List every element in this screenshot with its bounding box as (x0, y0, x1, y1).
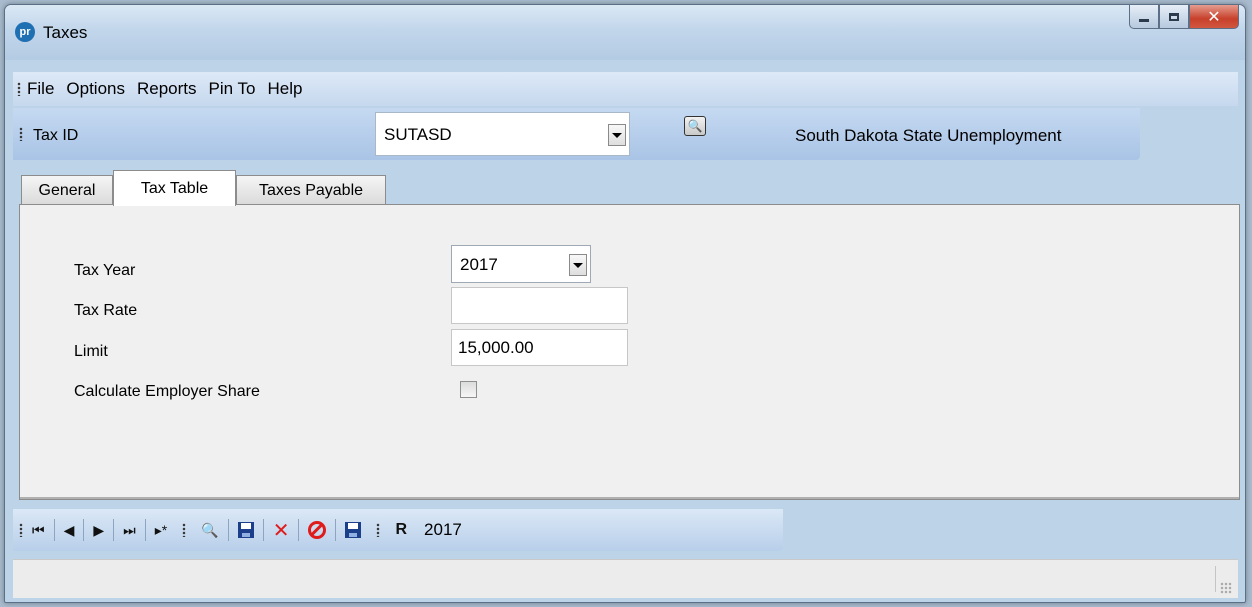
record-navigator: ⏮ ◀ ▶ ⏭ ▸* 🔍 ✕ R 2017 (13, 509, 783, 551)
next-record-icon: ▶ (93, 521, 105, 538)
close-icon: ✕ (1207, 7, 1221, 26)
panel-divider (20, 497, 1239, 499)
tab-taxes-payable[interactable]: Taxes Payable (236, 175, 386, 205)
first-record-button[interactable]: ⏮ (23, 517, 54, 543)
binoculars-icon: 🔍 (687, 119, 703, 133)
menu-reports[interactable]: Reports (137, 79, 197, 99)
cancel-icon (308, 521, 327, 539)
navigator-grip-handle[interactable] (182, 523, 187, 537)
limit-input[interactable]: 15,000.00 (451, 329, 628, 366)
tax-rate-label: Tax Rate (74, 302, 138, 319)
save-icon (237, 522, 254, 538)
save-button[interactable] (229, 517, 263, 543)
tax-description: South Dakota State Unemployment (795, 126, 1062, 145)
cancel-button[interactable] (299, 517, 335, 543)
maximize-button[interactable] (1159, 5, 1189, 29)
tax-id-dropdown-button[interactable] (608, 124, 626, 146)
employer-share-label: Calculate Employer Share (74, 383, 260, 400)
tax-id-toolbar: Tax ID SUTASD 🔍 South Dakota State Unemp… (13, 108, 1140, 160)
menu-file[interactable]: File (27, 79, 54, 99)
delete-x-icon: ✕ (272, 518, 290, 542)
status-bar (13, 559, 1238, 598)
tab-tax-table[interactable]: Tax Table (113, 170, 236, 206)
tab-general[interactable]: General (21, 175, 113, 205)
window-title: Taxes (43, 23, 88, 42)
resize-grip-icon[interactable] (1220, 582, 1232, 594)
title-bar: pr Taxes ✕ (5, 5, 1245, 60)
first-record-icon: ⏮ (32, 521, 45, 538)
menu-options[interactable]: Options (66, 79, 125, 99)
lookup-binoculars-button[interactable]: 🔍 (684, 116, 706, 136)
tax-id-value: SUTASD (384, 125, 452, 144)
menu-grip-handle[interactable] (17, 82, 21, 96)
report-r-icon: R (395, 521, 408, 538)
new-record-icon: ▸* (154, 521, 168, 538)
minimize-icon (1139, 19, 1149, 22)
maximize-icon (1169, 12, 1179, 21)
last-record-button[interactable]: ⏭ (114, 517, 145, 543)
tax-year-combobox[interactable]: 2017 (451, 245, 591, 283)
save-new-icon (345, 522, 362, 538)
toolbar-grip-handle[interactable] (19, 127, 23, 141)
tax-year-label: Tax Year (74, 262, 136, 279)
employer-share-checkbox[interactable] (460, 381, 477, 398)
app-logo-icon: pr (15, 22, 35, 42)
navigator-grip-handle[interactable] (376, 523, 381, 537)
limit-label: Limit (74, 343, 108, 360)
taxes-window: pr Taxes ✕ File Options Reports Pin To H… (4, 4, 1246, 603)
tax-year-dropdown-button[interactable] (569, 254, 587, 276)
menu-pin-to[interactable]: Pin To (209, 79, 256, 99)
last-record-icon: ⏭ (123, 521, 136, 538)
tax-table-panel: Tax Year 2017 Tax Rate Limit 15,000.00 C… (19, 204, 1240, 500)
previous-record-icon: ◀ (63, 521, 75, 538)
chevron-down-icon (573, 262, 583, 268)
delete-button[interactable]: ✕ (264, 517, 299, 543)
current-year-display: 2017 (424, 520, 462, 539)
tax-rate-input[interactable] (451, 287, 628, 324)
minimize-button[interactable] (1129, 5, 1159, 29)
tax-year-value: 2017 (460, 255, 498, 274)
status-separator (1215, 566, 1216, 592)
find-button[interactable]: 🔍 (192, 517, 227, 543)
binoculars-icon: 🔍 (201, 521, 219, 538)
report-button[interactable]: R (386, 517, 416, 543)
window-controls: ✕ (1129, 5, 1239, 29)
previous-record-button[interactable]: ◀ (55, 517, 84, 543)
close-button[interactable]: ✕ (1189, 5, 1239, 29)
chevron-down-icon (612, 132, 622, 138)
tax-id-label: Tax ID (33, 127, 79, 144)
menu-help[interactable]: Help (267, 79, 302, 99)
menu-bar: File Options Reports Pin To Help (13, 72, 1238, 106)
tax-id-combobox[interactable]: SUTASD (375, 112, 630, 156)
new-record-button[interactable]: ▸* (146, 517, 176, 543)
next-record-button[interactable]: ▶ (84, 517, 113, 543)
save-new-button[interactable] (336, 517, 370, 543)
